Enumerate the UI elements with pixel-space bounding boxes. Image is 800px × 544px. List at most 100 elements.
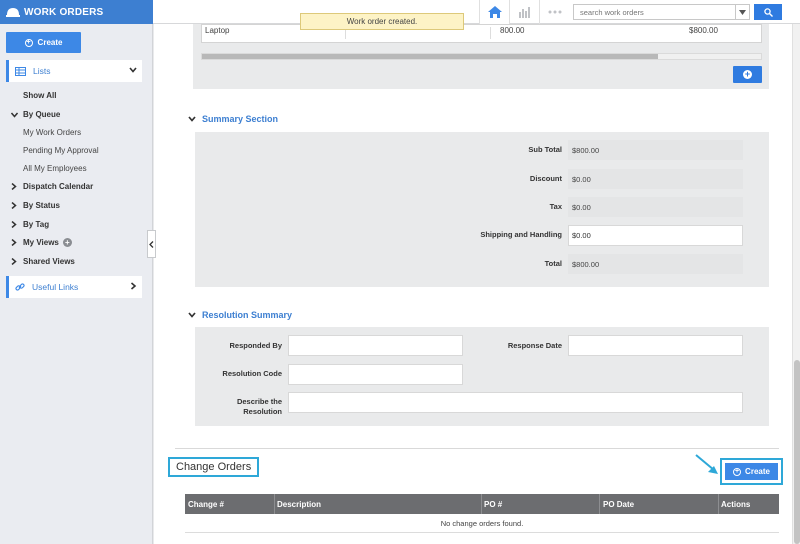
discount-label: Discount xyxy=(529,174,562,183)
sidebar-item-show-all[interactable]: Show All xyxy=(11,91,56,100)
horizontal-scrollbar[interactable] xyxy=(201,53,762,60)
column-divider xyxy=(274,494,275,514)
resolution-code-input[interactable] xyxy=(288,364,463,385)
change-order-create-button[interactable]: + Create xyxy=(725,463,778,480)
chevron-down-icon xyxy=(188,116,196,122)
sidebar-item-all-my-employees[interactable]: All My Employees xyxy=(23,164,87,173)
sidebar-item-my-work-orders[interactable]: My Work Orders xyxy=(23,128,81,137)
create-button[interactable]: + Create xyxy=(6,32,81,53)
responded-by-label: Responded By xyxy=(229,341,282,350)
sidebar: + Create Lists Show All By Queue My Work… xyxy=(0,24,153,544)
item-total: $800.00 xyxy=(689,26,718,35)
sidebar-item-pending-approval[interactable]: Pending My Approval xyxy=(23,146,99,155)
app-title: WORK ORDERS xyxy=(24,6,104,18)
home-icon xyxy=(487,6,502,18)
helmet-icon xyxy=(6,8,20,17)
chevron-right-icon xyxy=(11,258,17,265)
chevron-right-icon xyxy=(130,282,137,290)
more-button[interactable] xyxy=(539,0,569,24)
response-date-label: Response Date xyxy=(507,341,562,350)
chevron-right-icon xyxy=(11,183,17,190)
describe-resolution-label: Describe the Resolution xyxy=(236,397,282,416)
chart-icon xyxy=(518,6,530,18)
search-input[interactable] xyxy=(574,5,735,19)
column-divider xyxy=(481,494,482,514)
more-icon xyxy=(548,10,561,14)
resolution-code-label: Resolution Code xyxy=(222,369,282,378)
collapse-sidebar-tab[interactable] xyxy=(147,230,156,258)
sub-total-value: $800.00 xyxy=(568,140,743,160)
describe-resolution-input[interactable] xyxy=(288,392,743,413)
search-button[interactable] xyxy=(754,4,782,20)
change-order-create-highlight: + Create xyxy=(720,458,783,485)
summary-section-header[interactable]: Summary Section xyxy=(188,114,278,124)
summary-section-title: Summary Section xyxy=(202,114,279,124)
item-price: 800.00 xyxy=(500,26,525,35)
chevron-down-icon xyxy=(188,312,196,318)
create-button-label: Create xyxy=(37,38,63,47)
scroll-thumb[interactable] xyxy=(202,54,658,59)
plus-circle-icon: + xyxy=(743,69,752,79)
tax-value: $0.00 xyxy=(568,197,743,217)
chevron-right-icon xyxy=(11,221,17,228)
column-header-po-date: PO Date xyxy=(603,500,635,509)
resolution-section-header[interactable]: Resolution Summary xyxy=(188,310,292,320)
change-orders-title: Change Orders xyxy=(168,457,259,477)
change-order-create-label: Create xyxy=(745,467,770,476)
search-box xyxy=(573,4,750,20)
reports-button[interactable] xyxy=(509,0,539,24)
sidebar-item-dispatch-calendar[interactable]: Dispatch Calendar xyxy=(11,182,93,191)
sidebar-item-shared-views[interactable]: Shared Views xyxy=(11,257,75,266)
link-icon xyxy=(15,282,25,292)
app-brand[interactable]: WORK ORDERS xyxy=(0,0,153,24)
response-date-input[interactable] xyxy=(568,335,743,356)
home-button[interactable] xyxy=(479,0,509,24)
total-value: $800.00 xyxy=(568,254,743,274)
column-divider xyxy=(718,494,719,514)
chevron-down-icon xyxy=(129,67,137,73)
sidebar-item-my-views[interactable]: My Views + xyxy=(11,238,72,247)
column-header-actions: Actions xyxy=(721,500,751,509)
shipping-label: Shipping and Handling xyxy=(480,230,562,239)
item-name: Laptop xyxy=(205,26,230,35)
page-scrollbar[interactable] xyxy=(792,24,800,544)
column-header-description: Description xyxy=(277,500,322,509)
chevron-right-icon xyxy=(11,239,17,246)
chevron-left-icon xyxy=(149,240,154,248)
sidebar-item-by-queue[interactable]: By Queue xyxy=(11,110,60,119)
column-header-change-number: Change # xyxy=(188,500,225,509)
lists-panel[interactable]: Lists xyxy=(6,60,142,82)
change-orders-table-header: Change # Description PO # PO Date Action… xyxy=(185,494,779,514)
plus-circle-icon: + xyxy=(733,467,742,476)
tax-label: Tax xyxy=(549,202,562,211)
responded-by-input[interactable] xyxy=(288,335,463,356)
page-scroll-thumb[interactable] xyxy=(794,360,800,544)
cell-divider xyxy=(490,27,491,39)
search-dropdown[interactable] xyxy=(735,5,749,19)
search-icon xyxy=(763,7,773,17)
total-label: Total xyxy=(544,259,562,268)
discount-value: $0.00 xyxy=(568,169,743,189)
add-view-icon[interactable]: + xyxy=(62,238,72,247)
useful-links-panel[interactable]: Useful Links xyxy=(6,276,142,298)
lists-label: Lists xyxy=(33,66,51,76)
arrow-pointer-icon xyxy=(695,454,718,474)
add-line-item-button[interactable]: + xyxy=(733,66,762,83)
top-icons xyxy=(479,0,569,24)
plus-circle-icon: + xyxy=(24,38,33,47)
column-header-po-number: PO # xyxy=(484,500,503,509)
shipping-input[interactable]: $0.00 xyxy=(568,225,743,246)
sidebar-item-by-status[interactable]: By Status xyxy=(11,201,60,210)
chevron-right-icon xyxy=(11,202,17,209)
resolution-section-title: Resolution Summary xyxy=(202,310,293,320)
section-divider xyxy=(175,448,779,449)
sub-total-label: Sub Total xyxy=(528,145,562,154)
toast-message: Work order created. xyxy=(300,13,464,30)
useful-links-label: Useful Links xyxy=(32,282,79,292)
table-icon xyxy=(15,66,26,76)
chevron-down-icon xyxy=(739,9,746,15)
chevron-down-icon xyxy=(11,112,18,118)
sidebar-item-by-tag[interactable]: By Tag xyxy=(11,220,49,229)
line-items-table: Laptop 800.00 $800.00 xyxy=(201,24,762,43)
column-divider xyxy=(599,494,600,514)
